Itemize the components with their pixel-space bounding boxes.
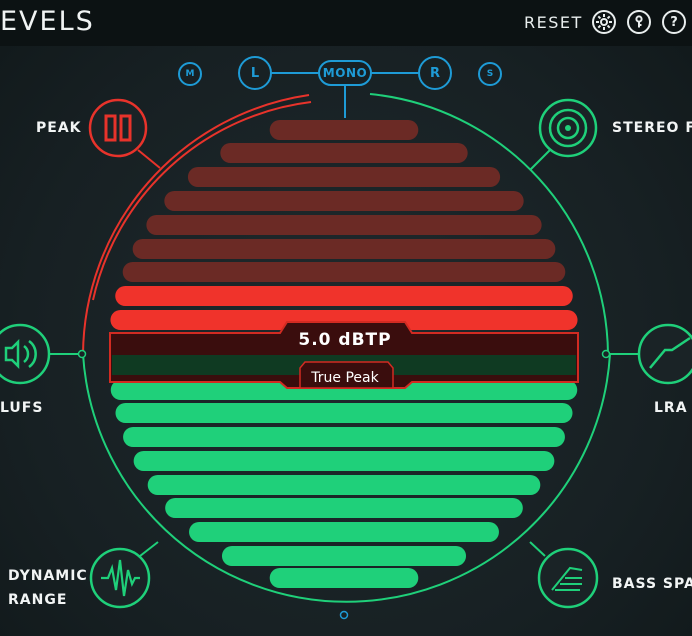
top-bar: EVELS RESET ? — [0, 0, 692, 46]
meter-bar — [115, 403, 573, 423]
peak-icon — [88, 98, 148, 158]
meter-bar — [133, 451, 555, 471]
true-peak-value: 5.0 dBTP — [298, 330, 392, 350]
bass-space-icon — [537, 547, 599, 609]
meter-bar — [146, 215, 542, 235]
meter-bar — [147, 475, 541, 495]
stereo-field-label[interactable]: STEREO FI — [612, 120, 692, 136]
peak-label[interactable]: PEAK — [36, 120, 82, 136]
meter-bar — [189, 522, 499, 542]
meter-bar — [269, 120, 419, 140]
gear-icon[interactable] — [592, 10, 616, 34]
dynamic-range-label-line1[interactable]: DYNAMIC — [8, 568, 88, 584]
lra-label[interactable]: LRA — [654, 400, 688, 416]
channel-l-button[interactable]: L — [238, 56, 272, 90]
meter-bar — [187, 167, 501, 187]
channel-mono-button[interactable]: MONO — [318, 60, 372, 86]
channel-m-button[interactable]: M — [178, 62, 202, 86]
meter-bar — [165, 498, 523, 518]
channel-r-button[interactable]: R — [418, 56, 452, 90]
meter-bar — [164, 191, 524, 211]
channel-s-button[interactable]: S — [478, 62, 502, 86]
help-button[interactable]: ? — [662, 10, 686, 34]
stereo-field-icon — [538, 98, 598, 158]
lufs-icon — [0, 323, 51, 385]
meter-bar — [132, 239, 556, 259]
true-peak-label: True Peak — [311, 370, 379, 386]
reset-button[interactable]: RESET — [524, 13, 583, 32]
meter-bar — [115, 286, 573, 306]
dynamic-range-label-line2[interactable]: RANGE — [8, 592, 67, 608]
app-title: EVELS — [0, 6, 95, 37]
bass-space-label[interactable]: BASS SPA — [612, 576, 692, 592]
meter-bar — [123, 427, 565, 447]
meter-bar — [220, 143, 468, 163]
meter-bar — [122, 262, 566, 282]
dynamic-range-icon — [89, 547, 151, 609]
meter-bar — [221, 546, 467, 566]
meter-bar — [269, 568, 419, 588]
lufs-label[interactable]: LUFS — [0, 400, 43, 416]
key-icon[interactable] — [627, 10, 651, 34]
lra-icon — [637, 323, 692, 385]
